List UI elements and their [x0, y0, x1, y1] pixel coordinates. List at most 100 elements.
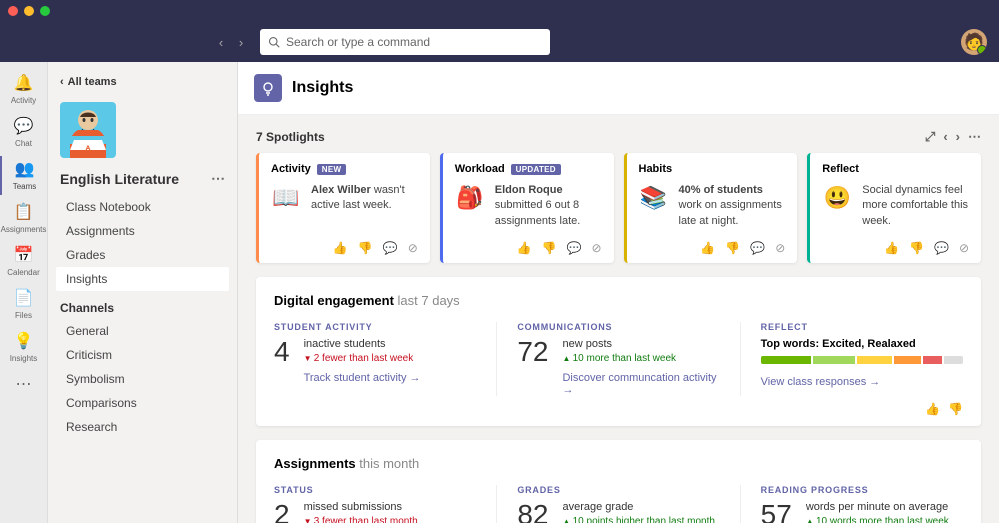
thumbs-up-icon[interactable]: 👍	[517, 241, 532, 255]
reading-header: READING PROGRESS	[761, 485, 963, 495]
rail-activity[interactable]: 🔔Activity	[0, 70, 48, 109]
updated-badge: UPDATED	[511, 164, 561, 175]
avg-grade: 82	[517, 501, 548, 523]
inactive-count: 4	[274, 338, 290, 366]
assignments-panel: Assignments this month STATUS 2 missed s…	[256, 440, 981, 523]
nav-insights[interactable]: Insights	[56, 267, 229, 291]
rail-assignments[interactable]: 📋Assignments	[0, 199, 48, 238]
svg-text:ᴀ: ᴀ	[86, 143, 91, 152]
rail-more[interactable]: ⋯	[0, 371, 48, 399]
rail-teams[interactable]: 👥Teams	[0, 156, 48, 195]
chat-icon[interactable]: 💬	[750, 241, 765, 255]
insights-app-icon	[254, 74, 282, 102]
status-header: STATUS	[274, 485, 476, 495]
wpm-count: 57	[761, 501, 792, 523]
team-title: English Literature⋯	[56, 166, 229, 195]
rail-files[interactable]: 📄Files	[0, 285, 48, 324]
reflect-header: REFLECT	[761, 322, 963, 332]
channel-general[interactable]: General	[56, 319, 229, 343]
grades-header: GRADES	[517, 485, 719, 495]
thumbs-down-icon[interactable]: 👎	[909, 241, 924, 255]
thumbs-up-icon[interactable]: 👍	[925, 402, 940, 416]
more-icon: ⋯	[14, 375, 34, 395]
search-input[interactable]: Search or type a command	[260, 29, 550, 55]
files-icon: 📄	[14, 289, 34, 309]
digital-engagement-panel: Digital engagement last 7 days STUDENT A…	[256, 277, 981, 426]
dismiss-icon[interactable]: ⊘	[591, 241, 601, 255]
backpack-icon: 🎒	[455, 183, 485, 213]
chat-icon[interactable]: 💬	[383, 241, 398, 255]
spotlights-row: ActivityNEW 📖Alex Wilber wasn't active l…	[238, 153, 999, 277]
communications-header: COMMUNICATIONS	[517, 322, 719, 332]
forward-nav[interactable]: ›	[232, 33, 250, 51]
thumbs-down-icon[interactable]: 👎	[725, 241, 740, 255]
discover-comm-link[interactable]: Discover communcation activity	[562, 372, 719, 396]
chat-icon[interactable]: 💬	[566, 241, 581, 255]
track-activity-link[interactable]: Track student activity	[304, 372, 421, 384]
top-bar: ‹ › Search or type a command 🧑	[0, 22, 999, 62]
user-avatar[interactable]: 🧑	[961, 29, 987, 55]
page-header: Insights	[238, 62, 999, 115]
channel-criticism[interactable]: Criticism	[56, 343, 229, 367]
chat-icon: 💬	[14, 117, 34, 137]
student-activity-header: STUDENT ACTIVITY	[274, 322, 476, 332]
reflect-bar	[761, 356, 963, 364]
nav-class-notebook[interactable]: Class Notebook	[56, 195, 229, 219]
channel-comparisons[interactable]: Comparisons	[56, 391, 229, 415]
nav-assignments[interactable]: Assignments	[56, 219, 229, 243]
app-rail: 🔔Activity 💬Chat 👥Teams 📋Assignments 📅Cal…	[0, 62, 48, 523]
search-placeholder: Search or type a command	[286, 35, 430, 49]
thumbs-down-icon[interactable]: 👎	[542, 241, 557, 255]
channel-research[interactable]: Research	[56, 415, 229, 439]
assignments-icon: 📋	[14, 203, 34, 223]
thumbs-down-icon[interactable]: 👎	[358, 241, 373, 255]
spotlight-more-icon[interactable]: ⋯	[968, 129, 981, 145]
book-icon: 📖	[271, 183, 301, 213]
teams-icon: 👥	[15, 160, 35, 180]
rail-calendar[interactable]: 📅Calendar	[0, 242, 48, 281]
rail-insights[interactable]: 💡Insights	[0, 328, 48, 367]
insights-icon: 💡	[14, 332, 34, 352]
rail-chat[interactable]: 💬Chat	[0, 113, 48, 152]
spotlight-reflect[interactable]: Reflect 😃Social dynamics feel more comfo…	[807, 153, 981, 263]
missed-count: 2	[274, 501, 290, 523]
team-sidebar: ‹ All teams ᴀ English Literature⋯ Class …	[48, 62, 238, 523]
back-nav[interactable]: ‹	[212, 33, 230, 51]
stack-icon: 📚	[639, 183, 669, 213]
thumbs-up-icon[interactable]: 👍	[884, 241, 899, 255]
new-badge: NEW	[317, 164, 347, 175]
collapse-icon[interactable]: ⤢	[925, 129, 935, 145]
spotlight-habits[interactable]: Habits 📚40% of students work on assignme…	[624, 153, 798, 263]
spotlights-header: 7 Spotlights ⤢ ‹ › ⋯	[238, 115, 999, 153]
nav-grades[interactable]: Grades	[56, 243, 229, 267]
team-avatar: ᴀ	[60, 102, 116, 158]
thumbs-up-icon[interactable]: 👍	[333, 241, 348, 255]
close-dot[interactable]	[8, 6, 18, 16]
prev-spotlight[interactable]: ‹	[943, 129, 947, 145]
dismiss-icon[interactable]: ⊘	[408, 241, 418, 255]
spotlight-activity[interactable]: ActivityNEW 📖Alex Wilber wasn't active l…	[256, 153, 430, 263]
emoji-faces-icon: 😃	[822, 183, 852, 213]
chat-icon[interactable]: 💬	[934, 241, 949, 255]
minimize-dot[interactable]	[24, 6, 34, 16]
bell-icon: 🔔	[14, 74, 34, 94]
spotlight-workload[interactable]: WorkloadUPDATED 🎒Eldon Roque submitted 6…	[440, 153, 614, 263]
panel-title: Assignments this month	[274, 456, 963, 471]
channels-header: Channels	[56, 291, 229, 319]
team-more-icon[interactable]: ⋯	[211, 170, 225, 187]
posts-count: 72	[517, 338, 548, 366]
dismiss-icon[interactable]: ⊘	[959, 241, 969, 255]
window-titlebar	[0, 0, 999, 22]
dismiss-icon[interactable]: ⊘	[775, 241, 785, 255]
maximize-dot[interactable]	[40, 6, 50, 16]
next-spotlight[interactable]: ›	[956, 129, 960, 145]
thumbs-down-icon[interactable]: 👎	[948, 402, 963, 416]
thumbs-up-icon[interactable]: 👍	[700, 241, 715, 255]
page-title: Insights	[292, 79, 353, 97]
chevron-left-icon: ‹	[60, 76, 64, 88]
view-responses-link[interactable]: View class responses	[761, 376, 881, 388]
calendar-icon: 📅	[14, 246, 34, 266]
all-teams-link[interactable]: ‹ All teams	[56, 72, 229, 92]
channel-symbolism[interactable]: Symbolism	[56, 367, 229, 391]
panel-title: Digital engagement last 7 days	[274, 293, 963, 308]
